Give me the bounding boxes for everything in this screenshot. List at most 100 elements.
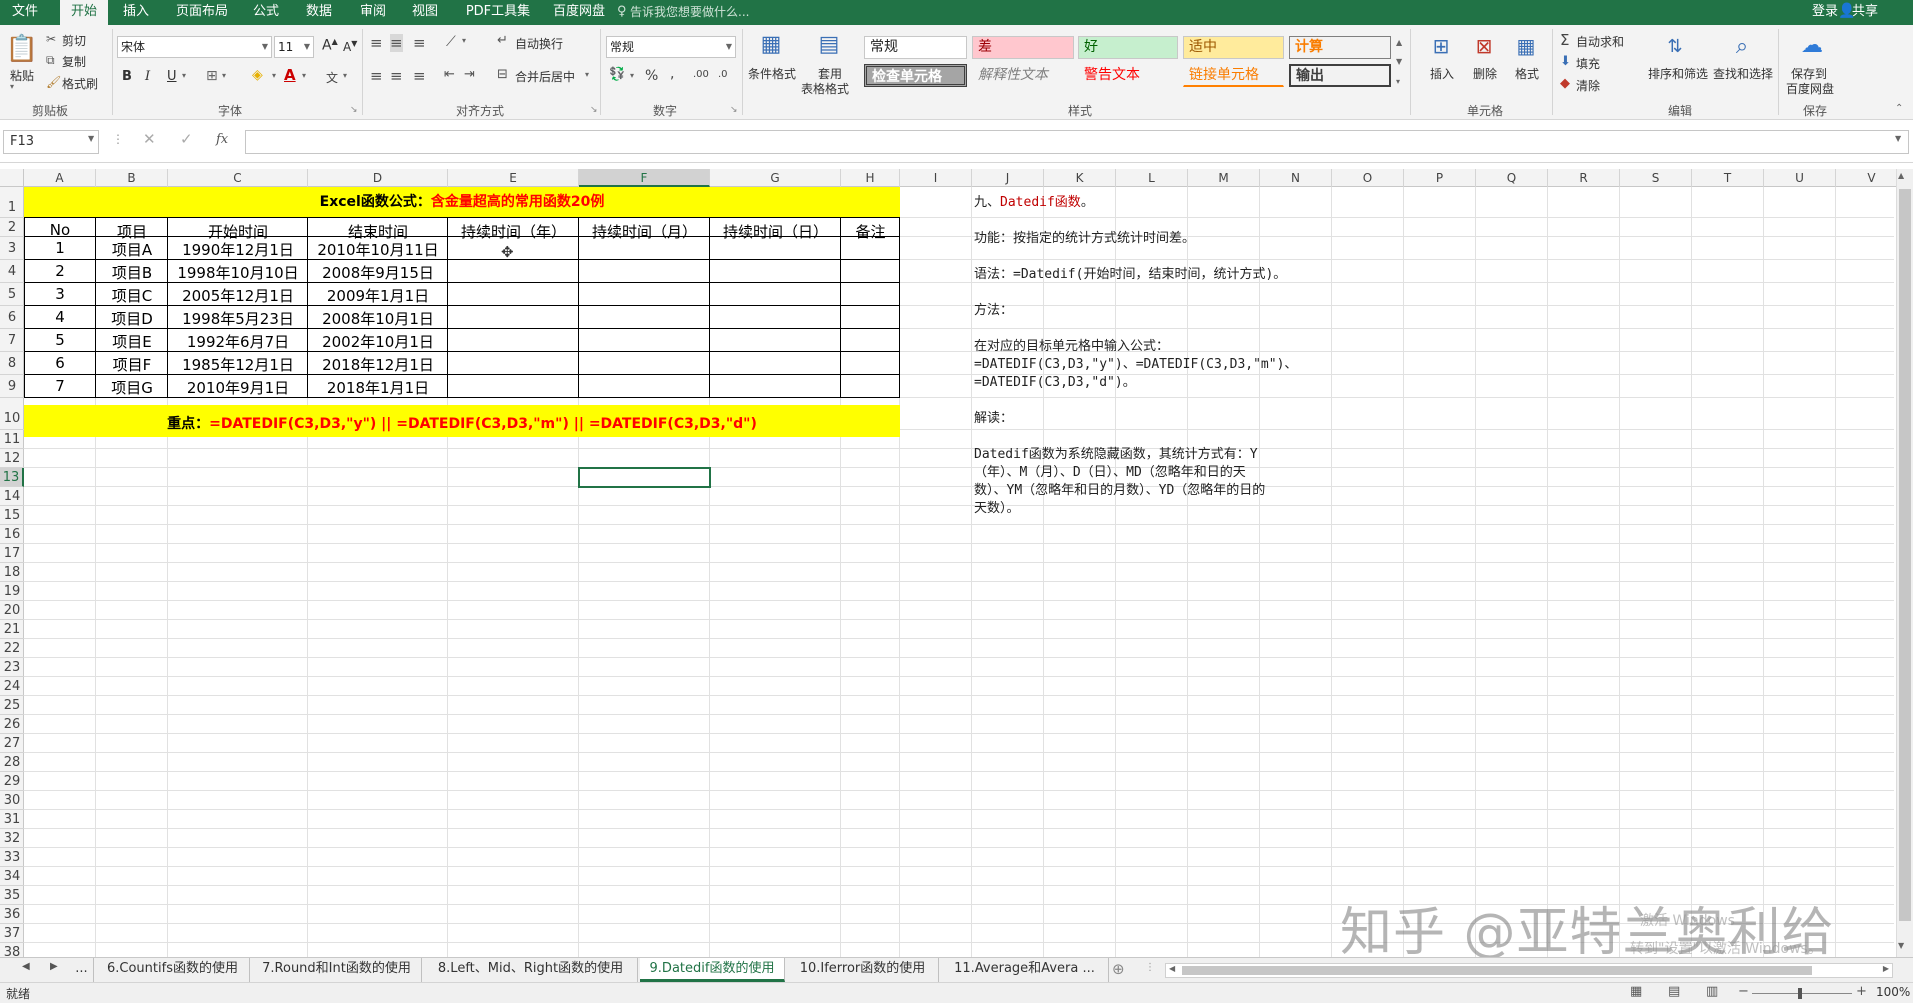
column-header-p[interactable]: P [1404, 169, 1476, 187]
wrap-text-button[interactable]: 自动换行 [515, 35, 563, 52]
format-painter-button[interactable]: 格式刷 [62, 75, 98, 92]
wrap-text-icon[interactable]: ↵ [497, 33, 508, 48]
normal-view-icon[interactable]: ▦ [1630, 984, 1642, 999]
row-header-22[interactable]: 22 [0, 639, 24, 658]
insert-function-icon[interactable]: fx [216, 132, 228, 147]
tab-review[interactable]: 审阅 [352, 0, 394, 25]
column-header-m[interactable]: M [1188, 169, 1260, 187]
horizontal-scrollbar[interactable]: ◀ ▶ [1165, 963, 1893, 978]
row-header-19[interactable]: 19 [0, 582, 24, 601]
format-painter-icon[interactable]: 🖌 [46, 75, 61, 89]
border-icon[interactable]: ⊞ [206, 68, 218, 84]
tab-view[interactable]: 视图 [404, 0, 446, 25]
format-cells-icon[interactable]: ▦ [1511, 31, 1541, 61]
scissors-icon[interactable]: ✂ [46, 32, 56, 46]
style-bad[interactable]: 差 [972, 36, 1074, 59]
next-sheet-icon[interactable]: ▶ [50, 961, 58, 972]
tab-baidu-netdisk[interactable]: 百度网盘 [548, 0, 610, 25]
chevron-down-icon[interactable]: ▾ [462, 36, 466, 45]
row-header-31[interactable]: 31 [0, 810, 24, 829]
merge-icon[interactable]: ⊟ [497, 67, 508, 82]
row-header-36[interactable]: 36 [0, 905, 24, 924]
sort-filter-icon[interactable]: ⇅ [1660, 31, 1690, 61]
column-header-a[interactable]: A [24, 169, 96, 187]
column-header-j[interactable]: J [972, 169, 1044, 187]
select-all-corner[interactable] [0, 169, 24, 187]
fill-button[interactable]: 填充 [1576, 55, 1600, 72]
row-header-4[interactable]: 4 [0, 260, 24, 283]
row-header-3[interactable]: 3 [0, 237, 24, 260]
phonetic-icon[interactable]: 文 [326, 69, 338, 86]
conditional-format-button[interactable]: 条件格式 [748, 65, 796, 82]
insert-cells-icon[interactable]: ⊞ [1426, 31, 1456, 61]
align-top-icon[interactable]: ≡ [370, 34, 383, 52]
row-header-11[interactable]: 11 [0, 430, 24, 449]
column-header-n[interactable]: N [1260, 169, 1332, 187]
name-box[interactable]: F13 [3, 130, 99, 154]
percent-icon[interactable]: % [645, 68, 658, 84]
insert-cells-button[interactable]: 插入 [1430, 65, 1454, 82]
row-header-23[interactable]: 23 [0, 658, 24, 677]
fill-down-icon[interactable]: ⬇ [1560, 54, 1571, 69]
decrease-font-icon[interactable]: A▼ [343, 39, 357, 54]
eraser-icon[interactable]: ◆ [1560, 76, 1570, 91]
style-calculation[interactable]: 计算 [1289, 36, 1391, 59]
font-name-select[interactable]: 宋体 ▼ [117, 36, 272, 58]
font-color-icon[interactable]: A [284, 66, 296, 84]
merge-center-button[interactable]: 合并后居中 [515, 68, 575, 85]
row-header-27[interactable]: 27 [0, 734, 24, 753]
row-header-7[interactable]: 7 [0, 329, 24, 352]
row-header-17[interactable]: 17 [0, 544, 24, 563]
sigma-icon[interactable]: Σ [1560, 31, 1569, 49]
tab-home[interactable]: 开始 [60, 0, 108, 25]
collapse-ribbon-icon[interactable]: ⌃ [1895, 103, 1903, 114]
fill-color-icon[interactable]: ◈ [252, 67, 263, 83]
row-header-20[interactable]: 20 [0, 601, 24, 620]
delete-cells-icon[interactable]: ⊠ [1469, 31, 1499, 61]
sheet-tab-6[interactable]: 6.Countifs函数的使用 [96, 958, 250, 982]
tab-page-layout[interactable]: 页面布局 [168, 0, 236, 25]
save-to-label-2[interactable]: 百度网盘 [1786, 80, 1834, 97]
paste-icon[interactable]: 📋 [6, 31, 38, 67]
row-header-28[interactable]: 28 [0, 753, 24, 772]
tab-insert[interactable]: 插入 [115, 0, 157, 25]
chevron-down-icon[interactable]: ▾ [272, 71, 276, 80]
find-select-button[interactable]: 查找和选择 [1713, 65, 1773, 82]
style-neutral[interactable]: 适中 [1183, 36, 1284, 59]
align-center-icon[interactable]: ≡ [390, 67, 403, 85]
column-header-k[interactable]: K [1044, 169, 1116, 187]
row-header-5[interactable]: 5 [0, 283, 24, 306]
chevron-down-icon[interactable]: ▾ [343, 71, 347, 80]
increase-decimal-icon[interactable]: .00 [693, 69, 709, 80]
zoom-slider-thumb[interactable] [1798, 988, 1802, 999]
style-linked-cell[interactable]: 链接单元格 [1183, 64, 1284, 87]
row-header-21[interactable]: 21 [0, 620, 24, 639]
table-format-label-2[interactable]: 表格格式 [801, 80, 849, 97]
sheet-tab-9[interactable]: 9.Datedif函数的使用 [640, 958, 785, 982]
zoom-in-icon[interactable]: + [1856, 984, 1867, 999]
row-header-14[interactable]: 14 [0, 487, 24, 506]
zoom-out-icon[interactable]: − [1738, 984, 1749, 999]
zoom-level[interactable]: 100% [1876, 985, 1910, 999]
column-header-u[interactable]: U [1764, 169, 1836, 187]
page-layout-view-icon[interactable]: ▤ [1668, 984, 1680, 999]
scroll-down-icon[interactable]: ▼ [1898, 941, 1904, 950]
decrease-decimal-icon[interactable]: .0 [718, 69, 728, 80]
cancel-icon[interactable]: ✕ [143, 130, 156, 148]
enter-icon[interactable]: ✓ [180, 130, 193, 148]
sort-filter-button[interactable]: 排序和筛选 [1648, 65, 1708, 82]
prev-sheet-icon[interactable]: ◀ [22, 961, 30, 972]
tab-pdf-tools[interactable]: PDF工具集 [458, 0, 538, 25]
row-header-1[interactable]: 1 [0, 187, 24, 218]
autosum-button[interactable]: 自动求和 [1576, 33, 1624, 50]
clear-button[interactable]: 清除 [1576, 77, 1600, 94]
column-header-t[interactable]: T [1692, 169, 1764, 187]
row-header-25[interactable]: 25 [0, 696, 24, 715]
comma-icon[interactable]: , [670, 66, 674, 82]
chevron-down-icon[interactable]: ▼ [88, 134, 94, 143]
row-header-6[interactable]: 6 [0, 306, 24, 329]
style-output[interactable]: 输出 [1289, 64, 1391, 87]
row-header-18[interactable]: 18 [0, 563, 24, 582]
chevron-down-icon[interactable]: ▾ [585, 70, 589, 79]
style-warning[interactable]: 警告文本 [1078, 64, 1178, 87]
